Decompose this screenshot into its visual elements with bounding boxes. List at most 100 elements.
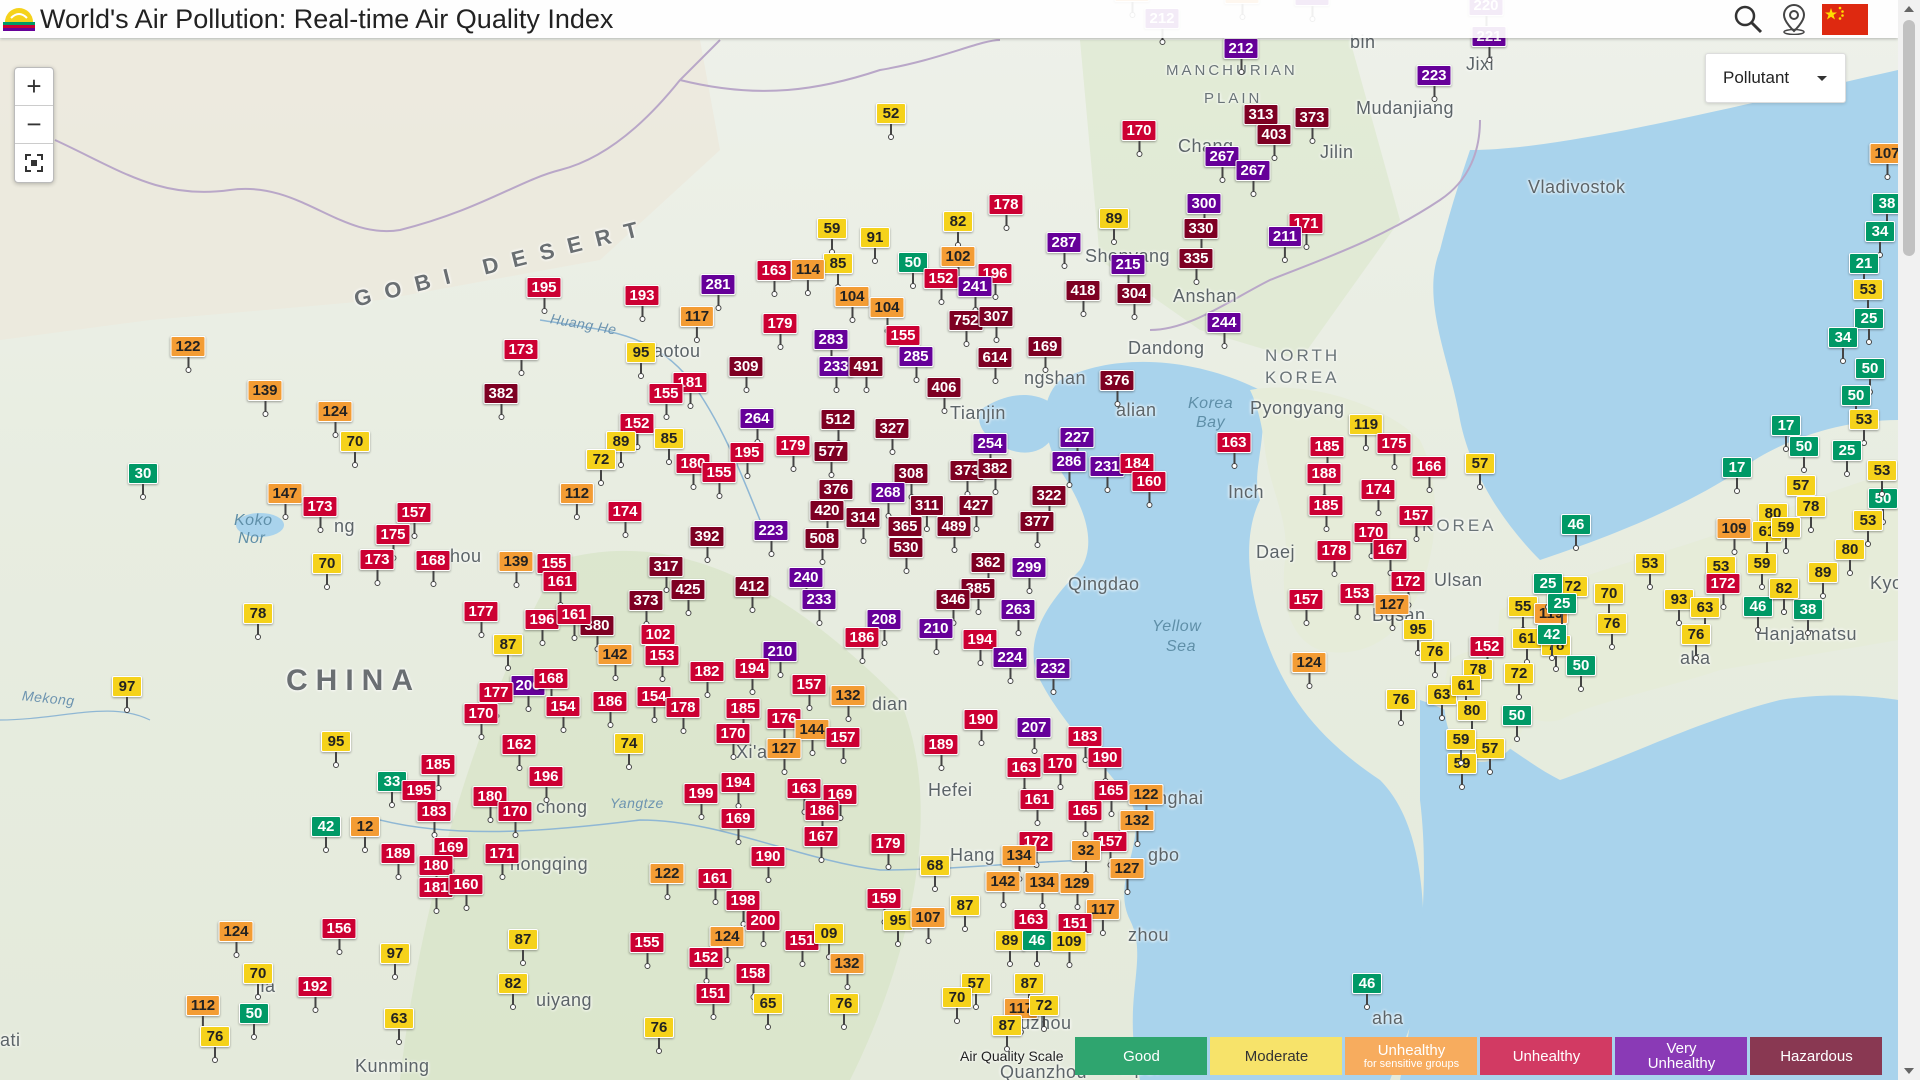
aqi-station-marker[interactable]: 179 — [775, 435, 811, 472]
aqi-station-marker[interactable]: 46 — [1022, 930, 1052, 967]
aqi-station-marker[interactable]: 127 — [766, 738, 802, 775]
aqi-station-marker[interactable]: 287 — [1046, 232, 1082, 269]
aqi-station-marker[interactable]: 182 — [689, 661, 725, 698]
page-scrollbar[interactable] — [1898, 0, 1920, 1080]
aqi-station-marker[interactable]: 59 — [817, 218, 847, 255]
aqi-station-marker[interactable]: 233 — [801, 589, 837, 626]
aqi-station-marker[interactable]: 50 — [1789, 436, 1819, 473]
aqi-station-marker[interactable]: 25 — [1832, 440, 1862, 477]
aqi-station-marker[interactable]: 107 — [1869, 143, 1898, 180]
aqi-station-marker[interactable]: 309 — [728, 356, 764, 393]
aqi-station-marker[interactable]: 335 — [1178, 248, 1214, 285]
aqi-station-marker[interactable]: 76 — [1597, 613, 1627, 650]
aqi-station-marker[interactable]: 42 — [1537, 624, 1567, 661]
aqi-station-marker[interactable]: 76 — [1386, 689, 1416, 726]
aqi-station-marker[interactable]: 614 — [977, 347, 1013, 384]
aqi-station-marker[interactable]: 307 — [978, 306, 1014, 343]
aqi-station-marker[interactable]: 157 — [1398, 505, 1434, 542]
map-pin-icon[interactable] — [1776, 2, 1812, 36]
scroll-up-icon[interactable] — [1904, 6, 1914, 12]
aqi-station-marker[interactable]: 174 — [1360, 479, 1396, 516]
aqi-station-marker[interactable]: 185 — [1308, 495, 1344, 532]
aqi-station-marker[interactable]: 76 — [200, 1026, 230, 1063]
aqi-station-marker[interactable]: 200 — [745, 910, 781, 947]
aqi-station-marker[interactable]: 46 — [1352, 973, 1382, 1010]
aqi-station-marker[interactable]: 107 — [910, 907, 946, 944]
aqi-station-marker[interactable]: 168 — [415, 550, 451, 587]
aqi-station-marker[interactable]: 70 — [312, 553, 342, 590]
aqi-station-marker[interactable]: 74 — [614, 733, 644, 770]
aqi-station-marker[interactable]: 25 — [1854, 308, 1884, 345]
aqi-station-marker[interactable]: 173 — [302, 496, 338, 533]
aqi-station-marker[interactable]: 122 — [649, 863, 685, 900]
aqi-station-marker[interactable]: 76 — [1420, 641, 1450, 678]
aqi-station-marker[interactable]: 170 — [1042, 753, 1078, 790]
aqi-station-marker[interactable]: 373 — [628, 590, 664, 627]
aqi-station-marker[interactable]: 167 — [803, 826, 839, 863]
zoom-in-button[interactable]: + — [15, 68, 53, 106]
search-icon[interactable] — [1730, 2, 1766, 36]
aqi-station-marker[interactable]: 76 — [644, 1017, 674, 1054]
aqi-station-marker[interactable]: 327 — [874, 418, 910, 455]
aqi-station-marker[interactable]: 196 — [528, 766, 564, 803]
aqi-station-marker[interactable]: 154 — [545, 696, 581, 733]
aqi-station-marker[interactable]: 97 — [380, 943, 410, 980]
aqi-station-marker[interactable]: 169 — [720, 808, 756, 845]
aqi-station-marker[interactable]: 157 — [791, 674, 827, 711]
aqi-station-marker[interactable]: 190 — [1087, 747, 1123, 784]
aqi-station-marker[interactable]: 87 — [493, 634, 523, 671]
aqi-station-marker[interactable]: 132 — [830, 685, 866, 722]
aqi-station-marker[interactable]: 373 — [1294, 107, 1330, 144]
aqi-station-marker[interactable]: 156 — [321, 918, 357, 955]
aqi-station-marker[interactable]: 134 — [1024, 872, 1060, 909]
aqi-station-marker[interactable]: 57 — [1465, 453, 1495, 490]
aqi-station-marker[interactable]: 224 — [992, 647, 1028, 684]
aqi-station-marker[interactable]: 46 — [1561, 514, 1591, 551]
aqi-station-marker[interactable]: 194 — [734, 658, 770, 695]
aqi-station-marker[interactable]: 80 — [1835, 539, 1865, 576]
aqi-station-marker[interactable]: 70 — [340, 431, 370, 468]
aqi-station-marker[interactable]: 87 — [508, 929, 538, 966]
aqi-station-marker[interactable]: 403 — [1256, 124, 1292, 161]
aqi-station-marker[interactable]: 171 — [484, 843, 520, 880]
aqi-station-marker[interactable]: 30 — [128, 463, 158, 500]
aqi-station-marker[interactable]: 157 — [1288, 589, 1324, 626]
aqi-station-marker[interactable]: 170 — [463, 703, 499, 740]
aqi-station-marker[interactable]: 186 — [592, 691, 628, 728]
aqi-station-marker[interactable]: 95 — [883, 910, 913, 947]
aqi-station-marker[interactable]: 50 — [1566, 655, 1596, 692]
aqi-station-marker[interactable]: 63 — [384, 1008, 414, 1045]
aqi-station-marker[interactable]: 192 — [297, 976, 333, 1013]
aqi-station-marker[interactable]: 59 — [1771, 517, 1801, 554]
aqi-station-marker[interactable]: 314 — [845, 507, 881, 544]
aqi-station-marker[interactable]: 89 — [1808, 562, 1838, 599]
aqi-station-marker[interactable]: 210 — [918, 618, 954, 655]
aqi-station-marker[interactable]: 50 — [239, 1003, 269, 1040]
aqi-station-marker[interactable]: 59 — [1446, 729, 1476, 766]
scrollbar-thumb[interactable] — [1903, 20, 1915, 256]
aqi-station-marker[interactable]: 489 — [936, 516, 972, 553]
fullscreen-icon[interactable] — [15, 144, 53, 182]
aqi-station-marker[interactable]: 530 — [888, 537, 924, 574]
aqi-station-marker[interactable]: 183 — [416, 801, 452, 838]
aqi-station-marker[interactable]: 178 — [988, 194, 1024, 231]
aqi-station-marker[interactable]: 160 — [448, 874, 484, 911]
aqi-station-marker[interactable]: 147 — [267, 483, 303, 520]
aqi-station-marker[interactable]: 139 — [498, 551, 534, 588]
aqi-station-marker[interactable]: 196 — [524, 609, 560, 646]
aqi-station-marker[interactable]: 508 — [804, 528, 840, 565]
aqi-station-marker[interactable]: 190 — [750, 846, 786, 883]
aqi-station-marker[interactable]: 199 — [683, 783, 719, 820]
aqi-station-marker[interactable]: 142 — [985, 871, 1021, 908]
aqi-station-marker[interactable]: 124 — [1291, 652, 1327, 689]
aqi-station-marker[interactable]: 76 — [829, 993, 859, 1030]
aqi-station-marker[interactable]: 425 — [670, 579, 706, 616]
aqi-station-marker[interactable]: 169 — [1027, 336, 1063, 373]
air-quality-map[interactable]: GOBI DESERT CHINA NORTH KOREA KOREA MANC… — [0, 0, 1898, 1080]
aqi-station-marker[interactable]: 264 — [739, 408, 775, 445]
aqi-station-marker[interactable]: 70 — [243, 963, 273, 1000]
aqi-station-marker[interactable]: 114 — [790, 259, 826, 296]
aqi-station-marker[interactable]: 78 — [243, 603, 273, 640]
aqi-station-marker[interactable]: 418 — [1065, 280, 1101, 317]
aqi-station-marker[interactable]: 95 — [321, 731, 351, 768]
